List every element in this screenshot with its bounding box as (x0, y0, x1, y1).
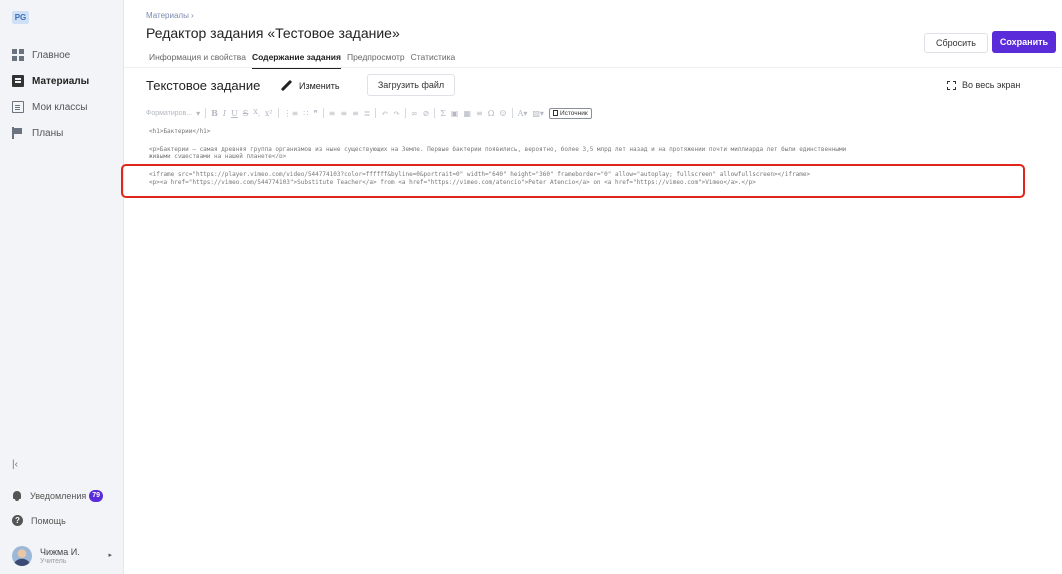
text-color-icon[interactable]: A▾ (518, 109, 528, 118)
link-icon[interactable]: ∞ (411, 109, 418, 118)
toolbar-divider (322, 108, 324, 118)
sidebar-item-materials[interactable]: Материалы (12, 74, 120, 88)
editor-toolbar: Форматиров... ▾ B I U S x₂ x² ⋮≡ ∷ ❞ ≡ ≡… (146, 106, 592, 120)
edit-button[interactable]: Изменить (280, 78, 340, 94)
toolbar-divider (277, 108, 279, 118)
toolbar-divider (205, 108, 207, 118)
fullscreen-button[interactable]: Во весь экран (947, 80, 1020, 90)
align-justify-icon[interactable]: ≣ (364, 109, 371, 118)
redo-icon[interactable]: ↷ (393, 109, 400, 118)
highlight-box (121, 164, 1025, 198)
source-doc-icon (552, 110, 558, 116)
help-icon: ? (12, 515, 23, 526)
save-button[interactable]: Сохранить (992, 31, 1056, 53)
image-icon[interactable]: ▣ (451, 109, 459, 118)
underline-icon[interactable]: U (231, 109, 238, 118)
bold-icon[interactable]: B (211, 108, 218, 118)
dashboard-icon (12, 49, 24, 61)
code-line[interactable]: <h1>Бактерии</h1> (149, 128, 210, 136)
sidebar-item-label: Планы (32, 127, 64, 139)
editor-title: Текстовое задание (146, 78, 261, 93)
source-button[interactable]: Источник (548, 107, 592, 119)
toolbar-divider (404, 108, 406, 118)
horizontal-line-icon[interactable]: ≡ (476, 109, 483, 118)
user-menu[interactable]: Чижма И. Учитель ▸ (12, 545, 122, 567)
align-left-icon[interactable]: ≡ (329, 109, 336, 118)
format-select[interactable]: Форматиров... (146, 110, 192, 117)
notifications-link[interactable]: Уведомления 79 (12, 490, 122, 502)
sidebar-item-label: Мои классы (32, 101, 88, 113)
app-logo[interactable]: PG (12, 11, 29, 24)
toolbar-divider (511, 108, 513, 118)
fullscreen-label: Во весь экран (962, 80, 1021, 90)
sidebar-nav: Главное Материалы Мои классы Планы (12, 48, 120, 152)
help-label: Помощь (31, 515, 66, 526)
source-button-label: Источник (559, 109, 588, 117)
emoji-icon[interactable]: ☺ (499, 109, 506, 118)
unlink-icon[interactable]: ⊘ (423, 109, 430, 118)
undo-icon[interactable]: ↶ (381, 109, 388, 118)
user-name: Чижма И. (40, 546, 80, 557)
strikethrough-icon[interactable]: S (243, 109, 248, 118)
sidebar-item-label: Главное (32, 49, 71, 61)
header-divider (124, 67, 1062, 68)
align-right-icon[interactable]: ≡ (352, 109, 359, 118)
fullscreen-icon (947, 80, 956, 90)
bell-icon (12, 491, 22, 501)
sidebar-item-classes[interactable]: Мои классы (12, 100, 120, 114)
flag-icon (12, 127, 24, 139)
special-char-icon[interactable]: Ω (488, 109, 495, 118)
chevron-right-icon: ▸ (108, 552, 112, 559)
table-icon[interactable]: ▦ (463, 109, 471, 118)
chevron-down-icon[interactable]: ▾ (196, 109, 200, 118)
background-color-icon[interactable]: ▧▾ (532, 109, 544, 118)
quote-icon[interactable]: ❞ (313, 109, 317, 118)
superscript-icon[interactable]: x² (265, 109, 273, 118)
sidebar-item-plans[interactable]: Планы (12, 126, 120, 140)
toolbar-divider (375, 108, 377, 118)
toolbar-divider (434, 108, 436, 118)
notifications-label: Уведомления (30, 491, 87, 501)
collapse-sidebar-button[interactable]: |‹ (12, 459, 18, 470)
italic-icon[interactable]: I (223, 109, 226, 118)
page-title: Редактор задания «Тестовое задание» (146, 25, 400, 41)
bulleted-list-icon[interactable]: ∷ (303, 109, 308, 118)
numbered-list-icon[interactable]: ⋮≡ (284, 109, 299, 118)
reset-button[interactable]: Сбросить (924, 33, 988, 53)
code-line[interactable]: живыми существами на нашей планете</p> (149, 153, 286, 158)
edit-button-label: Изменить (299, 81, 340, 91)
align-center-icon[interactable]: ≡ (340, 109, 347, 118)
avatar (12, 546, 32, 566)
pencil-icon (280, 80, 292, 92)
help-link[interactable]: ? Помощь (12, 515, 122, 526)
sidebar-item-main[interactable]: Главное (12, 48, 120, 62)
subscript-icon[interactable]: x₂ (253, 107, 260, 119)
document-icon (12, 75, 24, 87)
sidebar-item-label: Материалы (32, 75, 90, 87)
user-info: Чижма И. Учитель (40, 547, 80, 566)
upload-file-button[interactable]: Загрузить файл (367, 74, 455, 96)
breadcrumb[interactable]: Материалы › (146, 11, 194, 20)
notifications-count-badge: 79 (89, 490, 104, 502)
sidebar: PG Главное Материалы Мои классы Планы |‹… (0, 0, 124, 574)
formula-icon[interactable]: Σ (440, 109, 446, 118)
user-role: Учитель (40, 557, 67, 565)
classes-icon (12, 101, 24, 113)
